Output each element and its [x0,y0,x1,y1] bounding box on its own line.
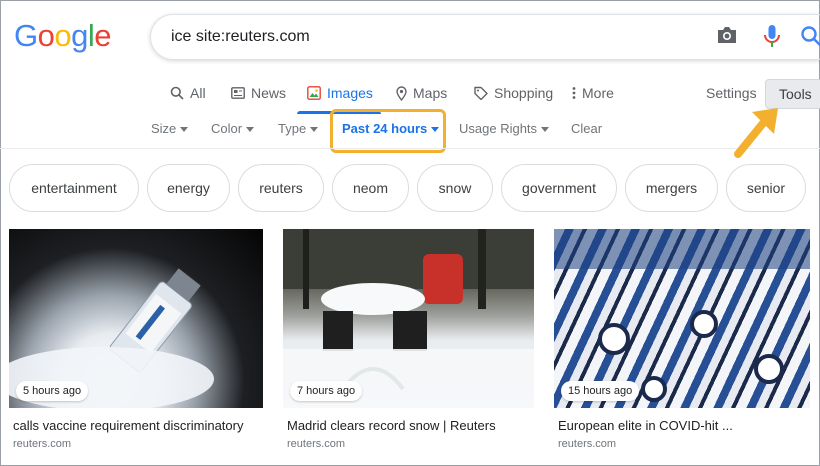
tab-label: Shopping [494,85,554,101]
result-source[interactable]: reuters.com [287,438,534,450]
camera-icon[interactable] [716,26,738,44]
image-result[interactable]: 15 hours ago European elite in COVID-hit… [554,229,810,450]
tab-label: Images [327,85,373,101]
chip-entertainment[interactable]: entertainment [9,164,139,212]
logo-letter: o [54,18,72,53]
image-result[interactable]: 7 hours ago Madrid clears record snow | … [283,229,534,450]
caret-down-icon [310,126,319,132]
tab-label: News [251,85,287,101]
caret-down-icon [180,126,189,132]
chip-neom[interactable]: neom [332,164,409,212]
tab-label: Maps [413,85,448,101]
result-source[interactable]: reuters.com [13,438,263,450]
tab-news[interactable]: News [231,84,286,102]
tab-more[interactable]: More [572,84,614,102]
more-vertical-icon [572,87,576,99]
filter-label: Size [151,121,177,136]
search-icon [170,86,184,100]
arrow-annotation-icon [734,108,778,158]
filter-type[interactable]: Type [278,121,319,136]
caret-down-icon [246,126,255,132]
map-pin-icon [396,85,407,101]
result-thumbnail[interactable]: 5 hours ago [9,229,263,408]
caret-down-icon [541,126,550,132]
chip-mergers[interactable]: mergers [625,164,718,212]
search-input[interactable]: ice site:reuters.com [171,28,310,46]
filter-usage-rights[interactable]: Usage Rights [459,121,550,136]
filter-size[interactable]: Size [151,121,189,136]
logo-letter: o [37,18,55,53]
result-thumbnail[interactable]: 7 hours ago [283,229,534,408]
image-icon [307,86,321,100]
highlight-annotation [330,109,446,153]
tab-label: More [582,85,614,101]
header-divider [0,148,820,149]
tab-all[interactable]: All [170,84,206,102]
news-icon [231,87,245,99]
time-badge: 7 hours ago [290,381,363,401]
result-title[interactable]: calls vaccine requirement discriminatory [13,418,263,433]
google-logo[interactable]: Google [14,18,112,54]
filter-clear[interactable]: Clear [571,121,602,136]
time-badge: 15 hours ago [561,381,640,401]
time-badge: 5 hours ago [16,381,89,401]
filter-label: Usage Rights [459,121,538,136]
result-source[interactable]: reuters.com [558,438,810,450]
logo-letter: g [71,18,88,53]
tag-icon [474,86,488,100]
settings-link[interactable]: Settings [706,85,757,101]
chip-senior[interactable]: senior [726,164,806,212]
chip-reuters[interactable]: reuters [238,164,324,212]
tab-label: All [190,85,206,101]
tab-images[interactable]: Images [307,84,373,102]
filter-label: Color [211,121,243,136]
logo-letter: G [14,18,38,53]
filter-color[interactable]: Color [211,121,255,136]
chip-snow[interactable]: snow [417,164,493,212]
image-result[interactable]: 5 hours ago calls vaccine requirement di… [9,229,263,450]
chip-energy[interactable]: energy [147,164,230,212]
result-title[interactable]: Madrid clears record snow | Reuters [287,418,534,433]
chip-government[interactable]: government [501,164,617,212]
result-title[interactable]: European elite in COVID-hit ... [558,418,810,433]
filter-label: Clear [571,121,603,136]
search-icon[interactable] [800,25,820,47]
microphone-icon[interactable] [763,24,781,48]
tab-shopping[interactable]: Shopping [474,84,553,102]
result-thumbnail[interactable]: 15 hours ago [554,229,810,408]
logo-letter: e [94,18,112,53]
tab-maps[interactable]: Maps [396,84,447,102]
filter-label: Type [278,121,307,136]
